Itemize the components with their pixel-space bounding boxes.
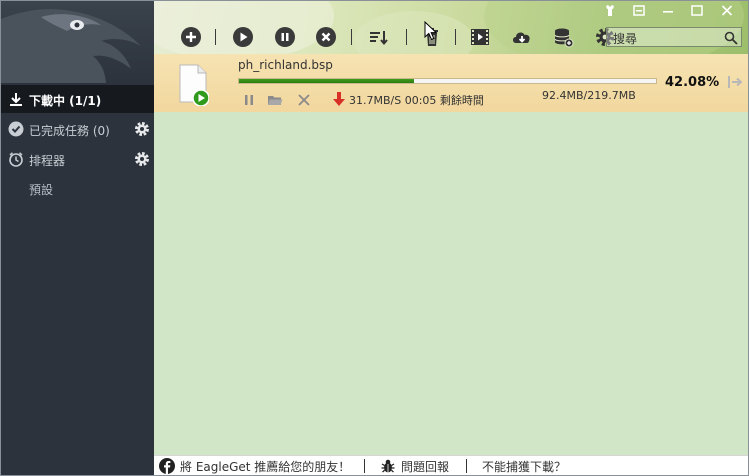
- cannot-capture-link[interactable]: 不能捕獲下載？: [482, 458, 566, 475]
- close-window-button[interactable]: [716, 3, 738, 19]
- video-icon[interactable]: [469, 26, 491, 48]
- download-arrow-icon: [332, 91, 348, 106]
- pause-task-button[interactable]: [241, 92, 257, 106]
- check-circle-icon: [8, 121, 24, 137]
- sort-icon[interactable]: [367, 26, 389, 48]
- start-button[interactable]: [232, 26, 254, 48]
- downloaded-size: 92.4MB/219.7MB: [542, 89, 636, 102]
- search-placeholder: 搜尋: [613, 32, 638, 46]
- sidebar-item-label: 排程器: [29, 154, 66, 168]
- progress-percent: 42.08%: [665, 75, 720, 90]
- file-icon: [179, 64, 210, 107]
- download-icon: [8, 91, 24, 107]
- sidebar-item-completed[interactable]: 已完成任務 (0): [1, 115, 154, 143]
- minimize-button[interactable]: [657, 3, 679, 19]
- toolbar: 搜尋: [154, 1, 748, 54]
- speed-remaining-time: 31.7MB/S 00:05 剩餘時間: [349, 94, 484, 107]
- mouse-cursor-icon: [424, 20, 438, 45]
- progress-bar: [238, 78, 657, 84]
- sidebar-item-downloading[interactable]: 下載中 (1/1): [1, 85, 154, 113]
- cloud-download-icon[interactable]: [511, 26, 533, 48]
- pause-button[interactable]: [274, 26, 296, 48]
- app-window: 下載中 (1/1) 已完成任務 (0) 排程器 預設 搜尋 ph_richlan…: [0, 0, 749, 476]
- gear-icon[interactable]: [133, 120, 151, 138]
- search-icon[interactable]: [724, 30, 738, 45]
- remove-task-button[interactable]: [296, 92, 312, 106]
- add-download-button[interactable]: [180, 26, 202, 48]
- open-folder-icon[interactable]: [267, 92, 283, 106]
- compact-mode-icon[interactable]: [628, 3, 650, 19]
- status-bar: 將 EagleGet 推薦給您的朋友！ 問題回報 不能捕獲下載？: [154, 455, 748, 475]
- maximize-button[interactable]: [686, 3, 708, 19]
- eagle-logo: [1, 1, 154, 83]
- skin-icon[interactable]: [599, 3, 621, 19]
- facebook-icon[interactable]: [159, 458, 175, 475]
- sidebar-item-label: 已完成任務 (0): [29, 124, 110, 138]
- recommend-link[interactable]: 將 EagleGet 推薦給您的朋友！: [180, 458, 350, 475]
- sidebar: 下載中 (1/1) 已完成任務 (0) 排程器 預設: [1, 1, 154, 475]
- bug-icon[interactable]: [380, 458, 396, 475]
- file-name: ph_richland.bsp: [238, 58, 333, 72]
- feedback-link[interactable]: 問題回報: [401, 458, 449, 475]
- delete-button[interactable]: [315, 26, 337, 48]
- database-icon[interactable]: [552, 26, 574, 48]
- progress-fill: [239, 79, 415, 83]
- sidebar-item-label: 下載中 (1/1): [29, 94, 102, 108]
- sidebar-item-scheduler[interactable]: 排程器: [1, 145, 154, 173]
- sidebar-subitem-default[interactable]: 預設: [29, 181, 53, 198]
- search-input[interactable]: 搜尋: [606, 27, 742, 47]
- move-out-icon[interactable]: [726, 74, 744, 90]
- gear-icon[interactable]: [133, 150, 151, 168]
- alarm-clock-icon: [8, 151, 24, 167]
- download-row[interactable]: ph_richland.bsp 42.08% 31.7MB/S 00:05 剩餘…: [154, 54, 748, 112]
